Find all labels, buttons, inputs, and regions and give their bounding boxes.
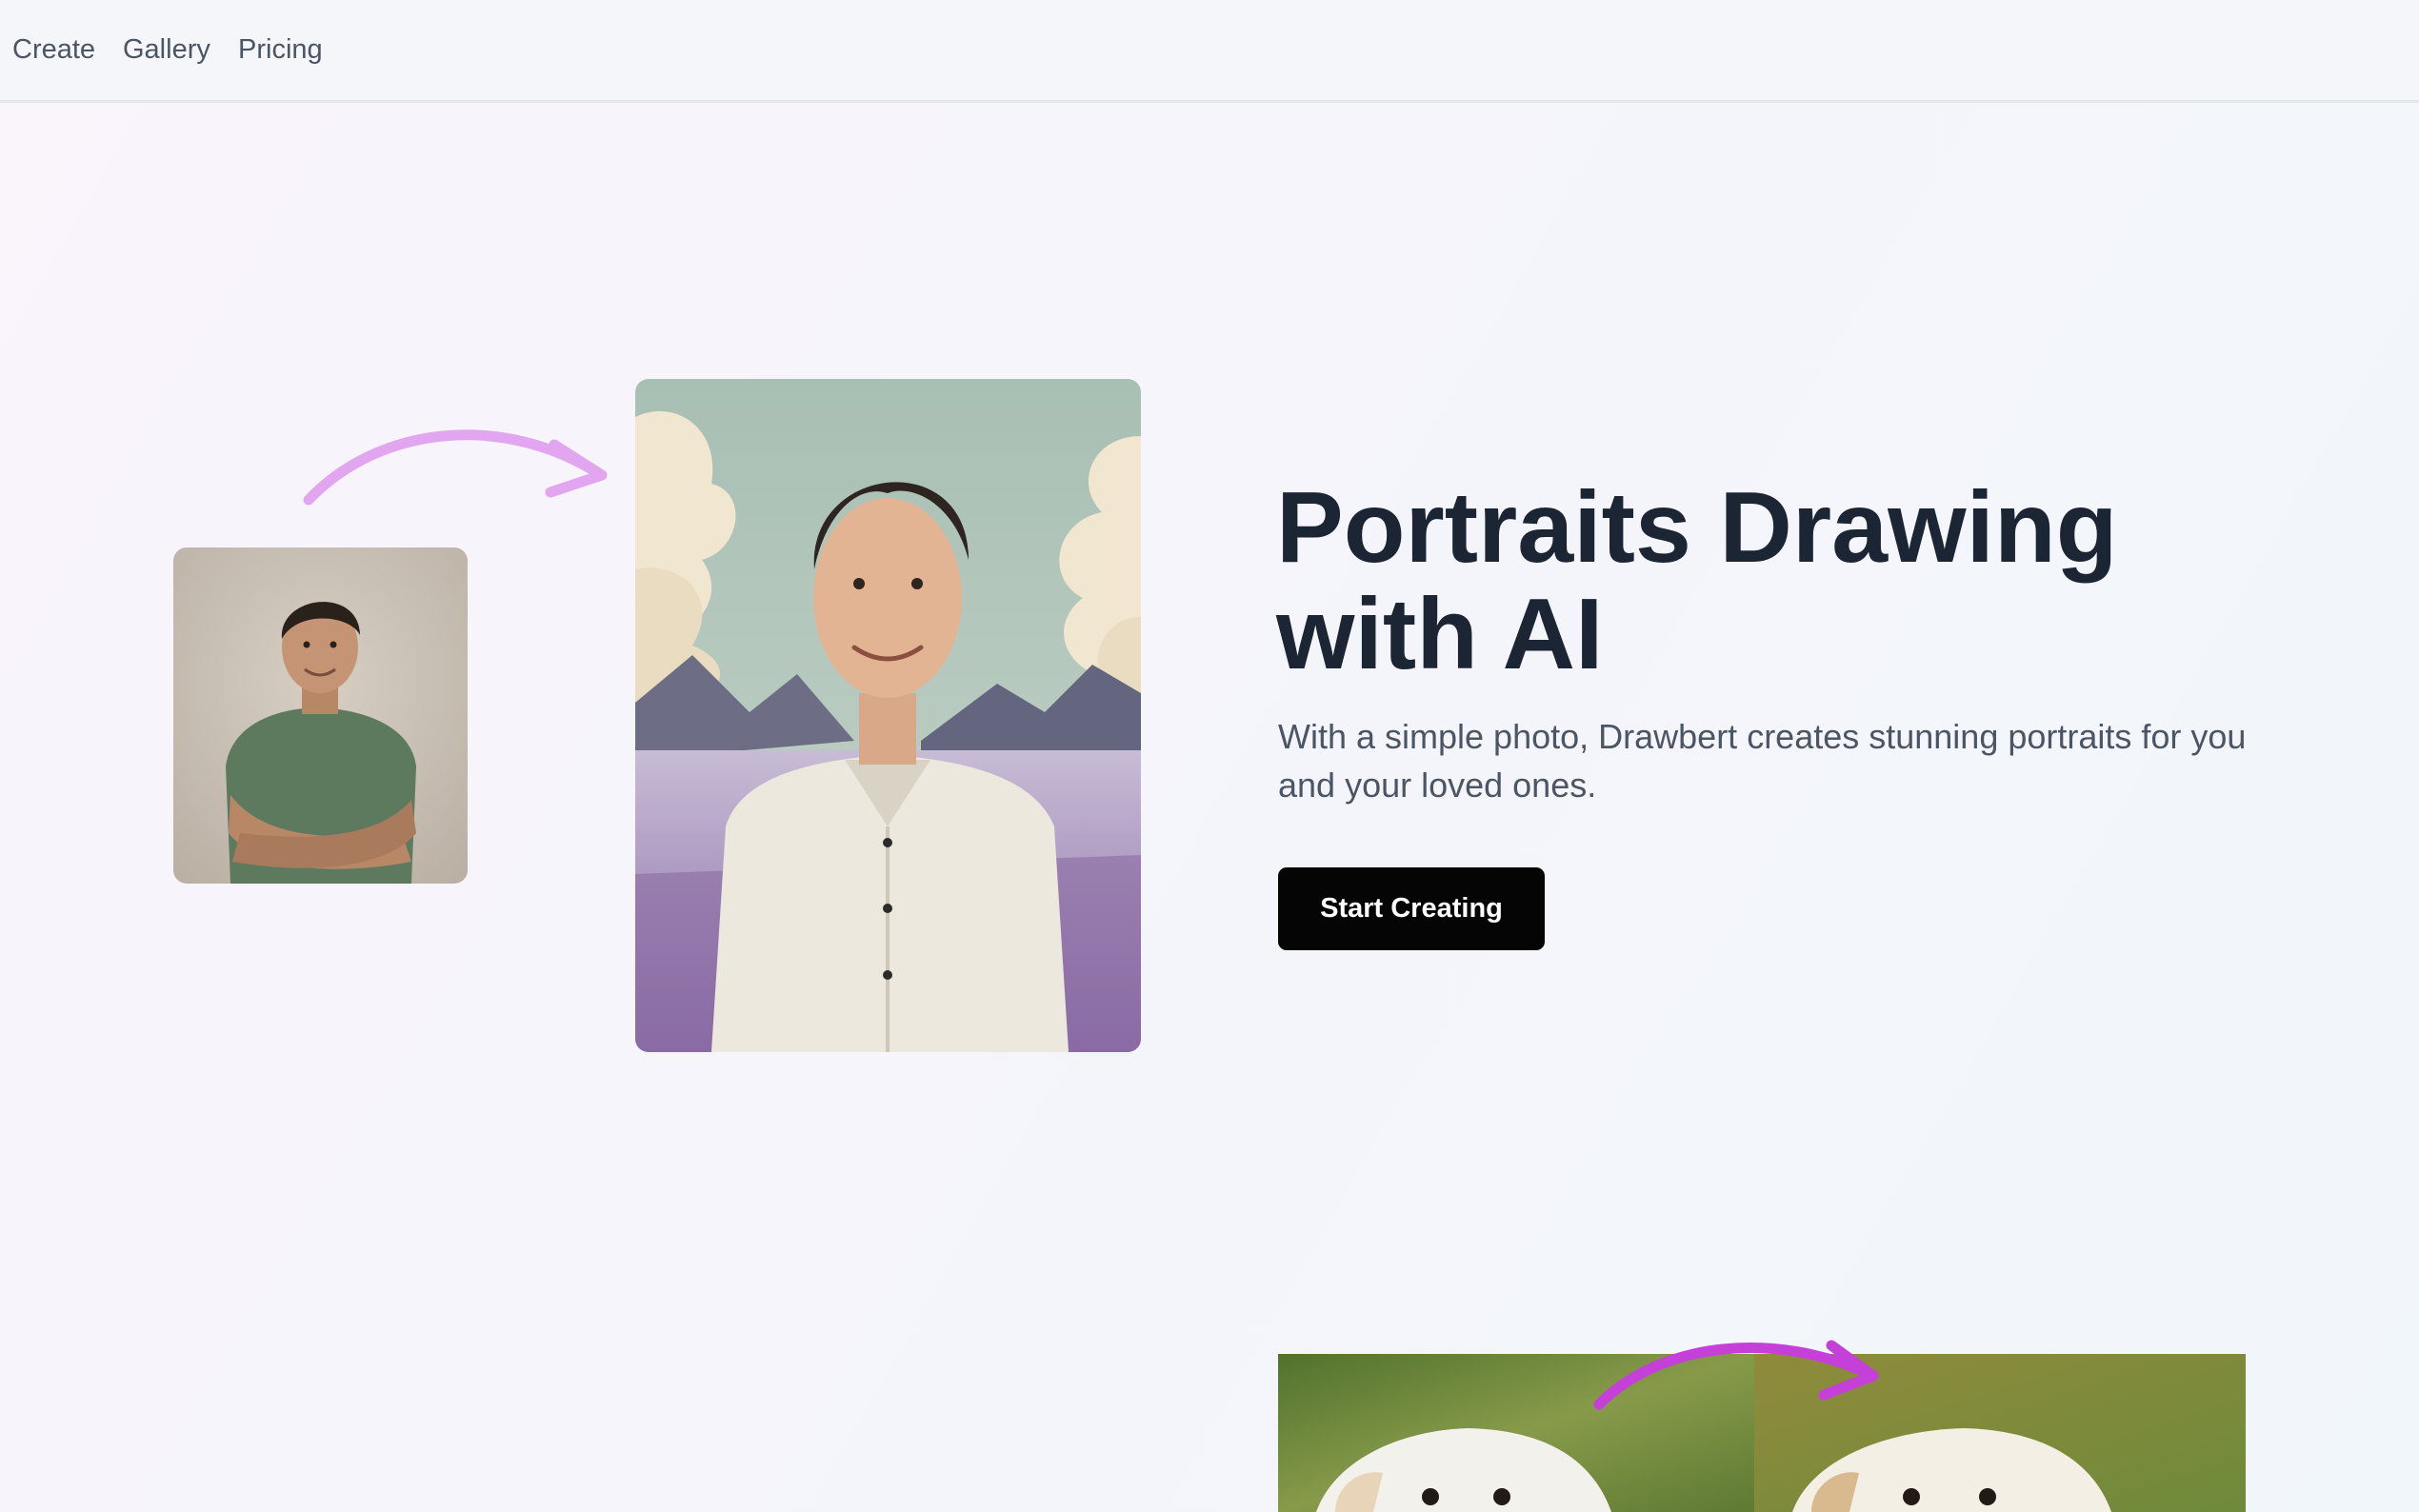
nav-pricing-link[interactable]: Pricing: [238, 32, 323, 67]
start-creating-button[interactable]: Start Creating: [1278, 867, 1545, 950]
page-title: Portraits Drawing with AI: [1276, 471, 2118, 690]
transform-arrow-icon: [1593, 1340, 1879, 1410]
nav-gallery-link[interactable]: Gallery: [123, 32, 210, 67]
original-photo: [173, 547, 468, 884]
transform-arrow-icon: [303, 429, 608, 506]
hero-subtitle: With a simple photo, Drawbert creates st…: [1278, 717, 2247, 805]
nav-create-link[interactable]: Create: [12, 32, 95, 67]
ai-portrait-image: [635, 379, 1141, 1052]
top-nav: Create Gallery Pricing: [0, 0, 2419, 103]
